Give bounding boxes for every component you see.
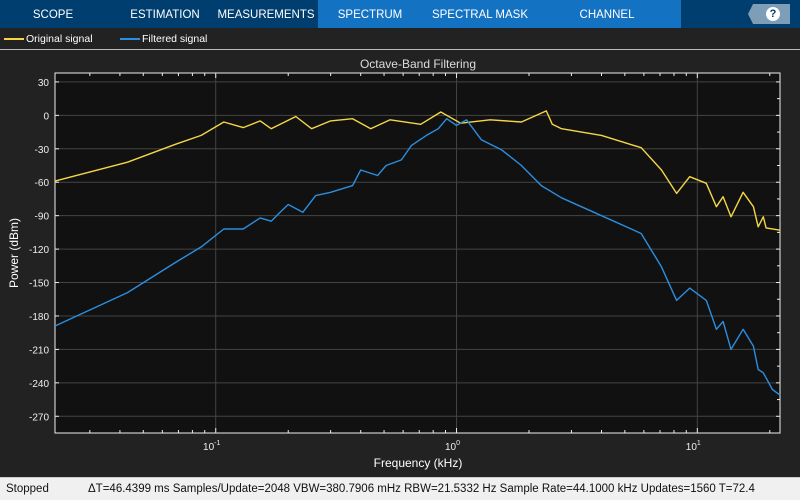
y-tick-label: -270 (29, 412, 49, 423)
y-tick-label: -90 (35, 212, 50, 223)
tab-spectral-mask[interactable]: SPECTRAL MASK (425, 0, 535, 28)
y-tick-label: 0 (43, 111, 49, 122)
status-bar: Stopped ΔT=46.4399 ms Samples/Update=204… (0, 477, 800, 500)
legend-label: Filtered signal (142, 33, 208, 45)
y-tick-label: 30 (38, 78, 50, 89)
tab-channel-measurements[interactable]: CHANNEL MEASUREMENTS (533, 0, 681, 51)
y-tick-label: -210 (29, 345, 49, 356)
y-tick-label: -240 (29, 379, 49, 390)
y-tick-label: -180 (29, 312, 49, 323)
axes-background (54, 72, 781, 434)
x-tick-label: 100 (445, 440, 460, 453)
y-tick-label: -60 (35, 178, 50, 189)
legend-line-icon (4, 38, 24, 40)
status-info: ΔT=46.4399 ms Samples/Update=2048 VBW=38… (88, 483, 755, 495)
tab-measurements[interactable]: MEASUREMENTS (216, 0, 316, 28)
legend-line-icon (120, 38, 140, 40)
y-tick-label: -120 (29, 245, 49, 256)
chart-title: Octave-Band Filtering (360, 57, 476, 71)
legend-label: Original signal (26, 33, 93, 45)
tab-spectrum[interactable]: SPECTRUM (325, 0, 415, 28)
x-axis-label: Frequency (kHz) (374, 456, 463, 470)
x-tick-label: 101 (686, 440, 701, 453)
legend-item-filtered[interactable]: Filtered signal (120, 33, 207, 45)
y-tick-label: -30 (35, 145, 50, 156)
toolbar: SCOPE ESTIMATION MEASUREMENTS SPECTRUM S… (0, 0, 800, 51)
x-tick-label: 10-1 (203, 440, 220, 453)
spectrum-plot[interactable]: Octave-Band Filtering 30 0 -30 -60 -90 -120 -1… (0, 51, 800, 477)
legend-item-original[interactable]: Original signal (4, 33, 93, 45)
help-icon: ? (766, 7, 780, 21)
help-button[interactable]: ? (748, 4, 790, 24)
legend: Original signal Filtered signal (0, 28, 800, 50)
y-tick-label: -150 (29, 279, 49, 290)
y-axis-label: Power (dBm) (7, 218, 21, 288)
status-state: Stopped (6, 483, 49, 495)
tab-scope[interactable]: SCOPE (8, 0, 98, 28)
tab-estimation[interactable]: ESTIMATION (120, 0, 210, 28)
